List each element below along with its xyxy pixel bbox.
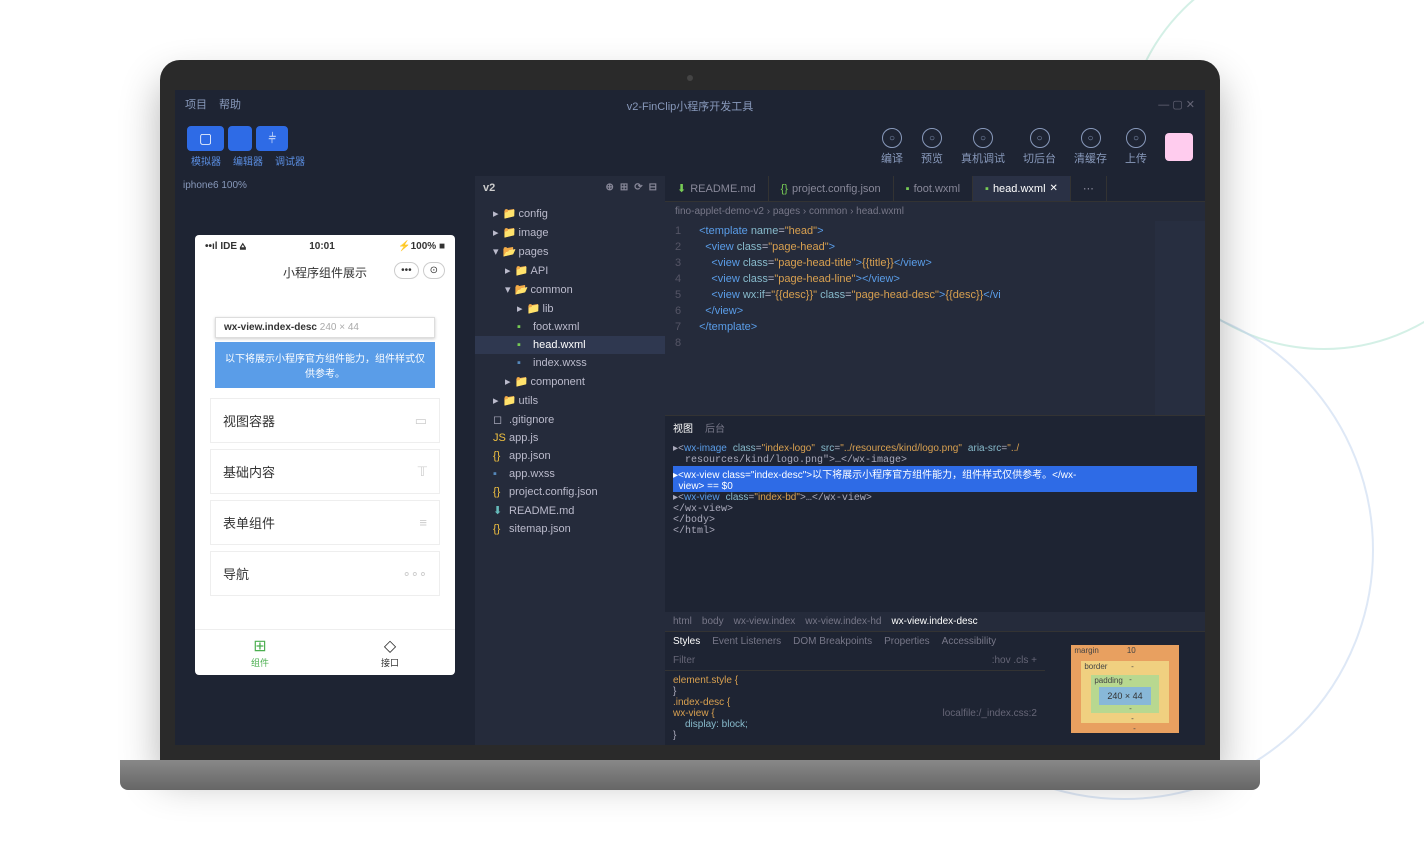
sim-list-item[interactable]: 表单组件≡	[210, 500, 440, 545]
explorer-root[interactable]: v2	[483, 182, 495, 194]
toolbar-action[interactable]: ○上传	[1125, 128, 1147, 166]
editor-tab[interactable]: ▪ head.wxml ✕	[973, 176, 1071, 201]
tree-item[interactable]: ▾ 📂 common	[475, 280, 665, 299]
sim-list-item[interactable]: 导航∘∘∘	[210, 551, 440, 596]
ide-window: v2-FinClip小程序开发工具 — ▢ ✕ 项目 帮助 ▢⫩ 模拟器编辑器调…	[175, 90, 1205, 745]
file-explorer: v2 ⊕⊞⟳⊟ ▸ 📁 config▸ 📁 image▾ 📂 pages▸ 📁 …	[475, 176, 665, 745]
dom-crumb[interactable]: wx-view.index	[734, 616, 796, 627]
tabs-more[interactable]: ⋯	[1071, 176, 1107, 201]
phone-more-icon[interactable]: •••	[394, 262, 419, 279]
mode-pill[interactable]: ▢	[187, 126, 224, 151]
toolbar-action[interactable]: ○切后台	[1023, 128, 1056, 166]
dom-crumb[interactable]: html	[673, 616, 692, 627]
tree-item[interactable]: ▪ index.wxss	[475, 354, 665, 372]
devtools-tab[interactable]: 后台	[705, 420, 725, 435]
sim-list-item[interactable]: 视图容器▭	[210, 398, 440, 443]
menu-project[interactable]: 项目	[185, 96, 207, 112]
laptop-frame: v2-FinClip小程序开发工具 — ▢ ✕ 项目 帮助 ▢⫩ 模拟器编辑器调…	[160, 60, 1220, 800]
tree-item[interactable]: ▪ head.wxml	[475, 336, 665, 354]
editor-tab[interactable]: {} project.config.json	[769, 176, 894, 201]
tree-item[interactable]: {} app.json	[475, 447, 665, 465]
sim-list-item[interactable]: 基础内容𝕋	[210, 449, 440, 494]
devtools: 视图后台 ▸<wx-image class="index-logo" src="…	[665, 415, 1205, 745]
inspect-tooltip: wx-view.index-desc 240 × 44	[215, 317, 435, 338]
dom-crumb[interactable]: wx-view.index-desc	[891, 616, 977, 627]
toolbar-action[interactable]: ○预览	[921, 128, 943, 166]
window-controls[interactable]: — ▢ ✕	[1158, 98, 1195, 111]
tree-item[interactable]: {} project.config.json	[475, 483, 665, 501]
minimap[interactable]	[1155, 221, 1205, 415]
sim-tab[interactable]: ⊞组件	[195, 630, 325, 675]
simulator-panel: iphone6 100% ••ıl IDE ⩠ 10:01 ⚡100% ■ 小程…	[175, 176, 475, 745]
devtools-dom[interactable]: ▸<wx-image class="index-logo" src="../re…	[665, 439, 1205, 612]
new-folder-icon[interactable]: ⊞	[620, 182, 628, 194]
code-editor[interactable]: 12345678 <template name="head"> <view cl…	[665, 221, 1205, 415]
editor-tab[interactable]: ▪ foot.wxml	[894, 176, 973, 201]
refresh-icon[interactable]: ⟳	[634, 182, 642, 194]
tree-item[interactable]: ▾ 📂 pages	[475, 242, 665, 261]
styles-tab[interactable]: Accessibility	[942, 636, 996, 647]
toolbar-action[interactable]: ○真机调试	[961, 128, 1005, 166]
tree-item[interactable]: ▸ 📁 utils	[475, 391, 665, 410]
box-model[interactable]: margin10 border- padding- 240 × 44 - - -	[1045, 632, 1205, 745]
tree-item[interactable]: JS app.js	[475, 429, 665, 447]
phone-statusbar: ••ıl IDE ⩠ 10:01 ⚡100% ■	[195, 235, 455, 258]
editor-area: ⬇ README.md{} project.config.json▪ foot.…	[665, 176, 1205, 745]
collapse-icon[interactable]: ⊟	[649, 182, 657, 194]
phone-close-icon[interactable]: ⊙	[423, 262, 445, 279]
styles-tab[interactable]: Event Listeners	[712, 636, 781, 647]
tree-item[interactable]: ▪ app.wxss	[475, 465, 665, 483]
sim-tab[interactable]: ◇接口	[325, 630, 455, 675]
styles-tab[interactable]: Properties	[884, 636, 930, 647]
tree-item[interactable]: ▪ foot.wxml	[475, 318, 665, 336]
editor-tab[interactable]: ⬇ README.md	[665, 176, 769, 201]
dom-crumb[interactable]: wx-view.index-hd	[805, 616, 881, 627]
tree-item[interactable]: ⬇ README.md	[475, 501, 665, 520]
breadcrumb[interactable]: fino-applet-demo-v2 › pages › common › h…	[665, 202, 1205, 221]
tree-item[interactable]: ▸ 📁 component	[475, 372, 665, 391]
camera	[687, 75, 693, 81]
styles-tab[interactable]: Styles	[673, 636, 700, 647]
tree-item[interactable]: ◻ .gitignore	[475, 410, 665, 429]
styles-filter[interactable]: Filter	[673, 655, 695, 666]
avatar[interactable]	[1165, 133, 1193, 161]
tree-item[interactable]: ▸ 📁 config	[475, 204, 665, 223]
close-icon: ✕	[1050, 183, 1058, 194]
window-title: v2-FinClip小程序开发工具	[627, 98, 754, 114]
mode-pill[interactable]	[228, 126, 252, 151]
tree-item[interactable]: ▸ 📁 image	[475, 223, 665, 242]
menu-help[interactable]: 帮助	[219, 96, 241, 112]
styles-tab[interactable]: DOM Breakpoints	[793, 636, 872, 647]
devtools-tab[interactable]: 视图	[673, 420, 693, 435]
toolbar-action[interactable]: ○清缓存	[1074, 128, 1107, 166]
simulator-device[interactable]: iphone6 100%	[175, 176, 475, 195]
toolbar-action[interactable]: ○编译	[881, 128, 903, 166]
toolbar: ▢⫩ 模拟器编辑器调试器 ○编译○预览○真机调试○切后台○清缓存○上传	[175, 118, 1205, 176]
phone-simulator[interactable]: ••ıl IDE ⩠ 10:01 ⚡100% ■ 小程序组件展示 •••⊙ wx…	[195, 235, 455, 675]
dom-crumb[interactable]: body	[702, 616, 724, 627]
laptop-base	[120, 760, 1260, 790]
tree-item[interactable]: ▸ 📁 lib	[475, 299, 665, 318]
tree-item[interactable]: ▸ 📁 API	[475, 261, 665, 280]
new-file-icon[interactable]: ⊕	[605, 182, 613, 194]
highlighted-element[interactable]: 以下将展示小程序官方组件能力，组件样式仅供参考。	[215, 342, 435, 388]
phone-title: 小程序组件展示 •••⊙	[195, 258, 455, 287]
tree-item[interactable]: {} sitemap.json	[475, 520, 665, 538]
mode-pill[interactable]: ⫩	[256, 126, 288, 151]
